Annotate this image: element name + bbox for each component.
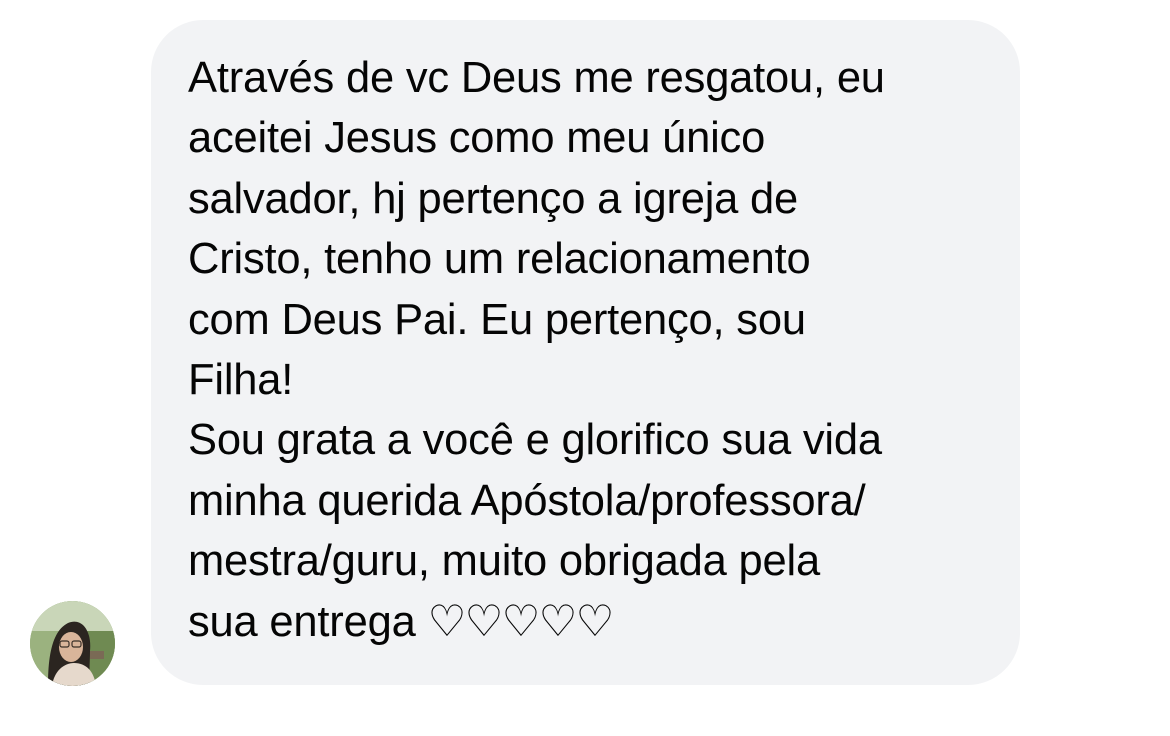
message-line: salvador, hj pertenço a igreja de (188, 174, 799, 223)
message-text: Através de vc Deus me resgatou, eu aceit… (188, 48, 988, 652)
message-line: Cristo, tenho um relacionamento (188, 235, 811, 284)
message-line: aceitei Jesus como meu único (188, 114, 766, 163)
message-line: com Deus Pai. Eu pertenço, sou (188, 295, 806, 344)
message-row: Através de vc Deus me resgatou, eu aceit… (0, 0, 1170, 736)
hearts-emoji-icon: ♡♡♡♡♡ (427, 597, 614, 646)
message-line: Através de vc Deus me resgatou, eu (188, 54, 885, 102)
avatar-photo-icon (30, 601, 115, 686)
message-line: minha querida Apóstola/professora/ (188, 476, 866, 525)
message-line-text: sua entrega (188, 597, 428, 646)
message-line: Sou grata a você e glorifico sua vida (188, 416, 882, 465)
message-line: Filha! (188, 356, 294, 405)
message-line: mestra/guru, muito obrigada pela (188, 537, 820, 586)
sender-avatar[interactable] (30, 601, 115, 686)
message-line-last: sua entrega ♡♡♡♡♡ (188, 592, 988, 652)
